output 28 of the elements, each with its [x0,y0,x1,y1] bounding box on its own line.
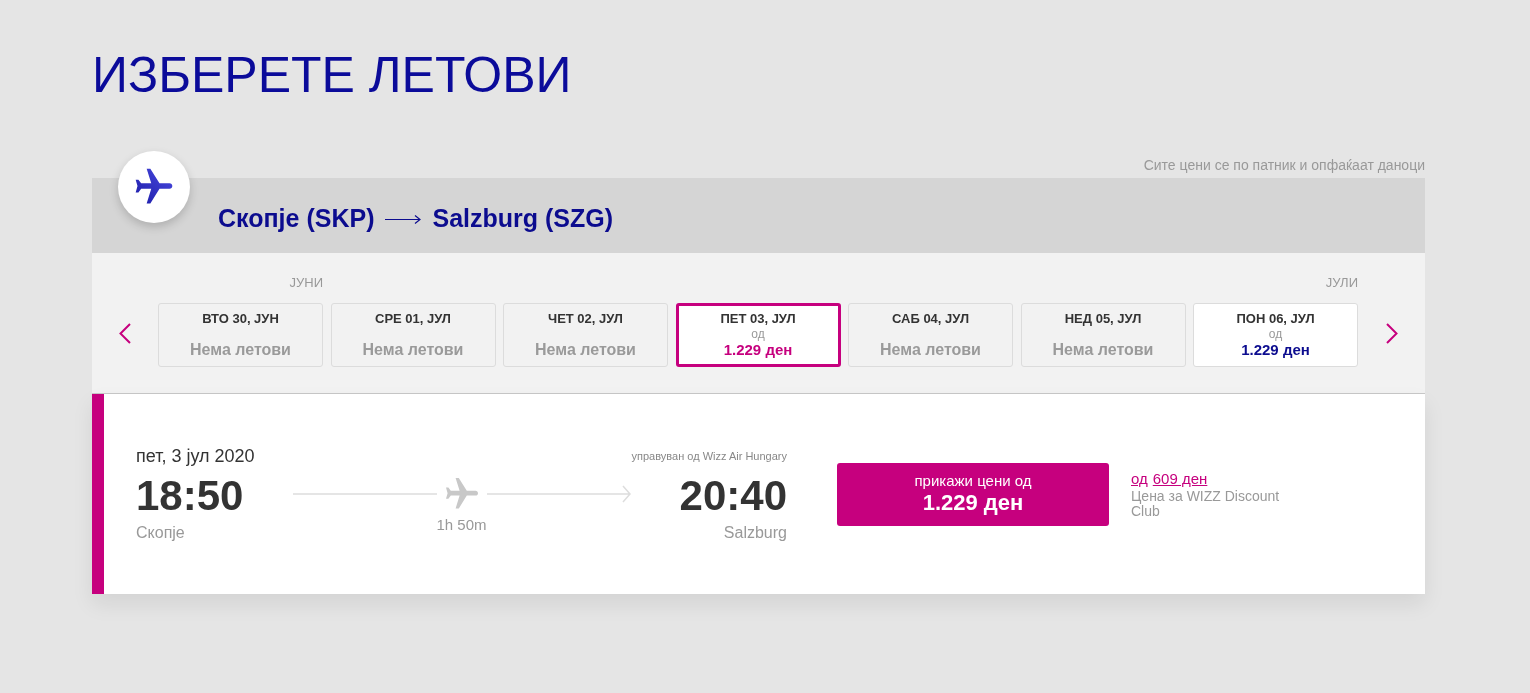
date-option[interactable]: ВТО 30, ЈУН Нема летови [158,303,323,367]
arrow-icon [385,215,422,224]
airplane-icon [445,478,478,510]
date-option[interactable]: СРЕ 01, ЈУЛ Нема летови [330,303,496,367]
flight-duration: 1h 50m [436,516,487,534]
discount-note: Цена за WIZZ Discount Club [1131,489,1281,519]
route-origin: Скопје (SKP) [218,202,375,233]
arrival-city: Salzburg [723,523,787,543]
discount-price-link[interactable]: од 609 ден [1131,469,1208,488]
departure-time: 18:50 [136,472,244,520]
flight-date: пет, 3 јул 2020 [136,445,255,467]
price-button[interactable]: прикажи цени од 1.229 ден [837,462,1109,526]
month-label: ЈУЛИ [1325,274,1358,292]
route-destination: Salzburg (SZG) [432,202,614,233]
chevron-right-icon[interactable] [1385,323,1398,344]
page-title: ИЗБЕРЕТЕ ЛЕТОВИ [92,50,572,100]
date-option[interactable]: ПОН 06, ЈУЛ од 1.229 ден [1193,303,1358,367]
departure-city: Скопје [136,523,185,543]
price-note: Сите цени се по патник и опфаќаат даноци [1143,156,1425,174]
date-option[interactable]: ЧЕТ 02, ЈУЛ Нема летови [503,303,668,367]
date-option[interactable]: НЕД 05, ЈУЛ Нема летови [1020,303,1186,367]
date-option[interactable]: САБ 04, ЈУЛ Нема летови [848,303,1013,367]
date-option[interactable]: ПЕТ 03, ЈУЛ од 1.229 ден [675,303,841,367]
airplane-icon [118,151,190,223]
operator-note: управуван од Wizz Air Hungary [631,449,787,463]
arrival-time: 20:40 [679,472,787,520]
month-label: ЈУНИ [289,274,323,292]
chevron-left-icon[interactable] [119,323,131,344]
